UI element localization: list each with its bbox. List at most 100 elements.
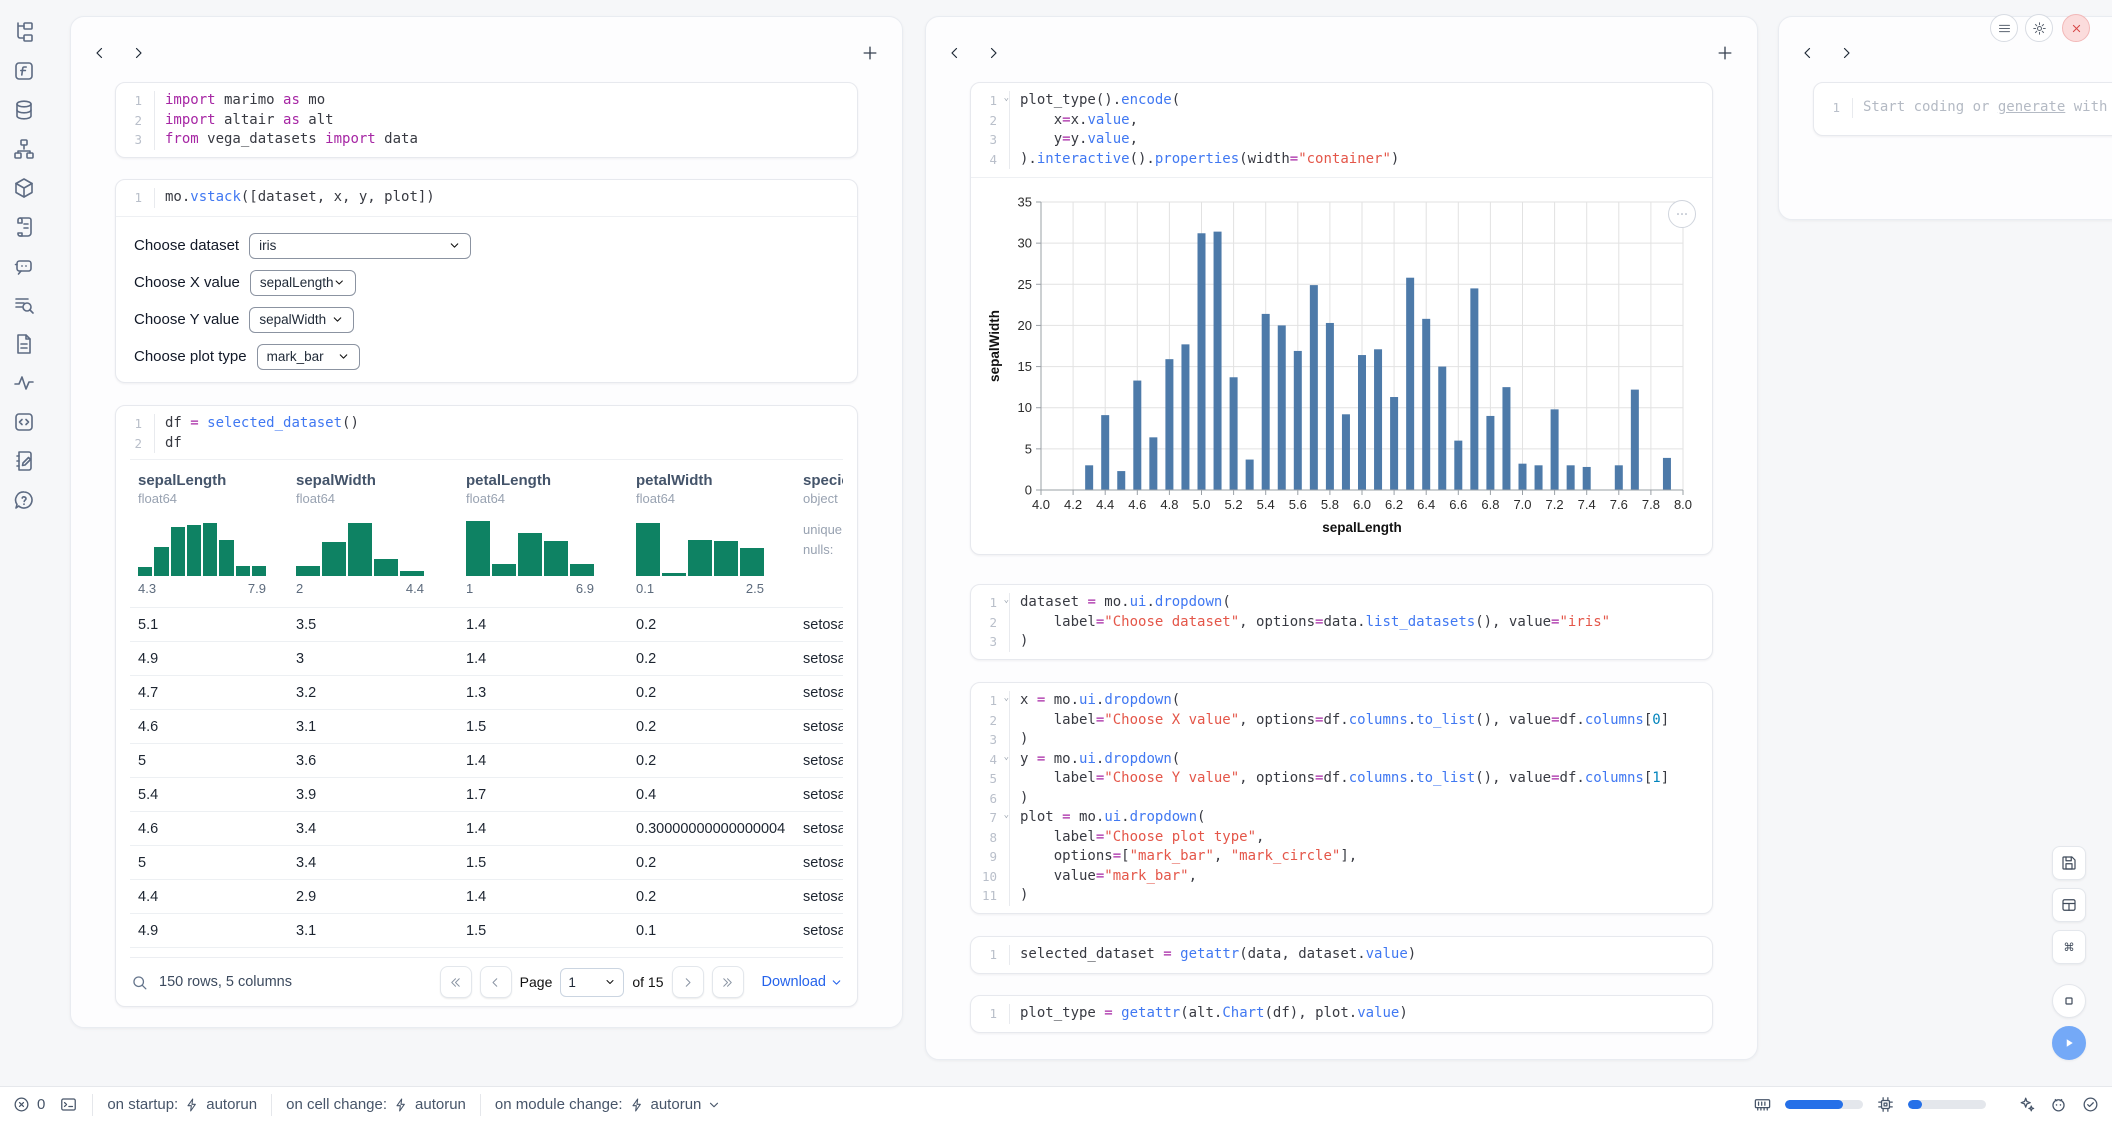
dropdown-select[interactable]: sepalWidth [249,307,354,333]
download-button[interactable]: Download [762,974,844,990]
fold-chevron-icon[interactable]: ⌄ [1004,94,1009,103]
column-prev-button[interactable] [946,44,964,62]
column-next-button[interactable] [129,44,147,62]
close-button[interactable] [2062,14,2090,42]
column-prev-button[interactable] [91,44,109,62]
scratchpad-icon[interactable] [12,449,36,473]
code-line[interactable]: 10 value="mark_bar", [971,867,1712,887]
code-line[interactable]: 1selected_dataset = getattr(data, datase… [971,945,1712,965]
run-button[interactable] [2052,1026,2086,1060]
code-line[interactable]: 1Start coding or generate with AI [1814,98,2112,118]
code-line[interactable]: 3from vega_datasets import data [116,130,857,150]
code-line[interactable]: 8 label="Choose plot type", [971,828,1712,848]
dropdown-select[interactable]: mark_bar [257,344,360,370]
code-line[interactable]: 11) [971,886,1712,906]
code-line[interactable]: 2import altair as alt [116,111,857,131]
dropdown-select[interactable]: sepalLength [250,270,356,296]
code-line[interactable]: 3) [971,730,1712,750]
code-line[interactable]: 1mo.vstack([dataset, x, y, plot]) [116,188,857,208]
menu-button[interactable] [1990,14,2018,42]
functions-icon[interactable] [12,59,36,83]
add-cell-button[interactable] [860,43,880,63]
code-line[interactable]: 5 label="Choose Y value", options=df.col… [971,769,1712,789]
code-line[interactable]: 1df = selected_dataset() [116,414,857,434]
fold-chevron-icon[interactable]: ⌄ [1004,753,1009,762]
table-row[interactable]: 4.93.11.50.1setosa [130,914,843,948]
dependency-graph-icon[interactable] [12,137,36,161]
search-icon[interactable] [130,973,149,992]
dropdown-select[interactable]: iris [249,233,471,259]
column-header[interactable]: petalWidthfloat640.12.5 [628,472,795,596]
column-next-button[interactable] [1837,44,1855,62]
code-line[interactable]: 4).interactive().properties(width="conta… [971,150,1712,170]
layout-toggle-button[interactable] [2052,888,2086,922]
code-line[interactable]: 3) [971,632,1712,652]
packages-icon[interactable] [12,176,36,200]
chart-actions-button[interactable] [1668,200,1696,228]
table-row[interactable]: 5.43.91.70.4setosa [130,778,843,812]
code-editor-empty[interactable]: 1Start coding or generate with AI [1814,83,2112,126]
connection-status-icon[interactable] [2081,1095,2100,1114]
ai-sparkles-icon[interactable] [2017,1095,2036,1114]
code-editor[interactable]: 1import marimo as mo2import altair as al… [116,83,857,158]
code-line[interactable]: 2 x=x.value, [971,111,1712,131]
column-prev-button[interactable] [1799,44,1817,62]
datasources-icon[interactable] [12,98,36,122]
bar-chart[interactable]: 051015202530354.04.24.44.64.85.05.25.45.… [983,190,1699,542]
code-editor[interactable]: 1selected_dataset = getattr(data, datase… [971,937,1712,973]
code-editor[interactable]: 1⌄x = mo.ui.dropdown(2 label="Choose X v… [971,683,1712,914]
table-row[interactable]: 5.13.51.40.2setosa [130,608,843,642]
stop-button[interactable] [2052,984,2086,1018]
code-editor[interactable]: 1df = selected_dataset()2df [116,406,857,461]
copilot-icon[interactable] [2049,1095,2068,1114]
code-editor[interactable]: 1⌄plot_type().encode(2 x=x.value,3 y=y.v… [971,83,1712,177]
code-editor[interactable]: 1⌄dataset = mo.ui.dropdown(2 label="Choo… [971,585,1712,660]
settings-button[interactable] [2025,14,2053,42]
file-tree-icon[interactable] [12,20,36,44]
last-page-button[interactable] [712,966,744,998]
snippets-icon[interactable] [12,332,36,356]
code-line[interactable]: 2 label="Choose X value", options=df.col… [971,711,1712,731]
code-line[interactable]: 1import marimo as mo [116,91,857,111]
code-icon[interactable] [12,410,36,434]
prev-page-button[interactable] [480,966,512,998]
column-next-button[interactable] [984,44,1002,62]
code-line[interactable]: 2 label="Choose dataset", options=data.l… [971,613,1712,633]
add-cell-button[interactable] [1715,43,1735,63]
fold-chevron-icon[interactable]: ⌄ [1004,596,1009,605]
page-select[interactable]: 1 [560,968,624,997]
code-line[interactable]: 1⌄x = mo.ui.dropdown( [971,691,1712,711]
table-row[interactable]: 53.61.40.2setosa [130,744,843,778]
code-line[interactable]: 6) [971,789,1712,809]
column-header[interactable]: petalLengthfloat6416.9 [458,472,628,596]
code-line[interactable]: 1⌄dataset = mo.ui.dropdown( [971,593,1712,613]
logs-icon[interactable] [12,215,36,239]
table-row[interactable]: 4.931.40.2setosa [130,642,843,676]
code-line[interactable]: 2df [116,434,857,454]
error-indicator[interactable]: 0 [12,1095,45,1114]
runtime-setting[interactable]: on module change:autorun [495,1096,721,1113]
save-button[interactable] [2052,846,2086,880]
table-row[interactable]: 53.41.50.2setosa [130,846,843,880]
fold-chevron-icon[interactable]: ⌄ [1004,811,1009,820]
table-row[interactable]: 4.63.41.40.30000000000000004setosa [130,812,843,846]
next-page-button[interactable] [672,966,704,998]
terminal-button[interactable] [59,1095,78,1114]
chat-icon[interactable] [12,254,36,278]
code-line[interactable]: 1plot_type = getattr(alt.Chart(df), plot… [971,1004,1712,1024]
command-palette-button[interactable]: ⌘ [2052,930,2086,964]
first-page-button[interactable] [440,966,472,998]
table-row[interactable]: 4.42.91.40.2setosa [130,880,843,914]
code-line[interactable]: 3 y=y.value, [971,130,1712,150]
code-line[interactable]: 1⌄plot_type().encode( [971,91,1712,111]
column-header[interactable]: speciesobjectunique:nulls: [795,472,843,596]
runtime-setting[interactable]: on startup:autorun [107,1096,257,1113]
column-header[interactable]: sepalLengthfloat644.37.9 [130,472,288,596]
table-row[interactable]: 4.63.11.50.2setosa [130,710,843,744]
code-line[interactable]: 4⌄y = mo.ui.dropdown( [971,750,1712,770]
help-icon[interactable] [12,488,36,512]
code-line[interactable]: 7⌄plot = mo.ui.dropdown( [971,808,1712,828]
code-editor[interactable]: 1plot_type = getattr(alt.Chart(df), plot… [971,996,1712,1032]
tracing-icon[interactable] [12,371,36,395]
table-row[interactable]: 4.73.21.30.2setosa [130,676,843,710]
